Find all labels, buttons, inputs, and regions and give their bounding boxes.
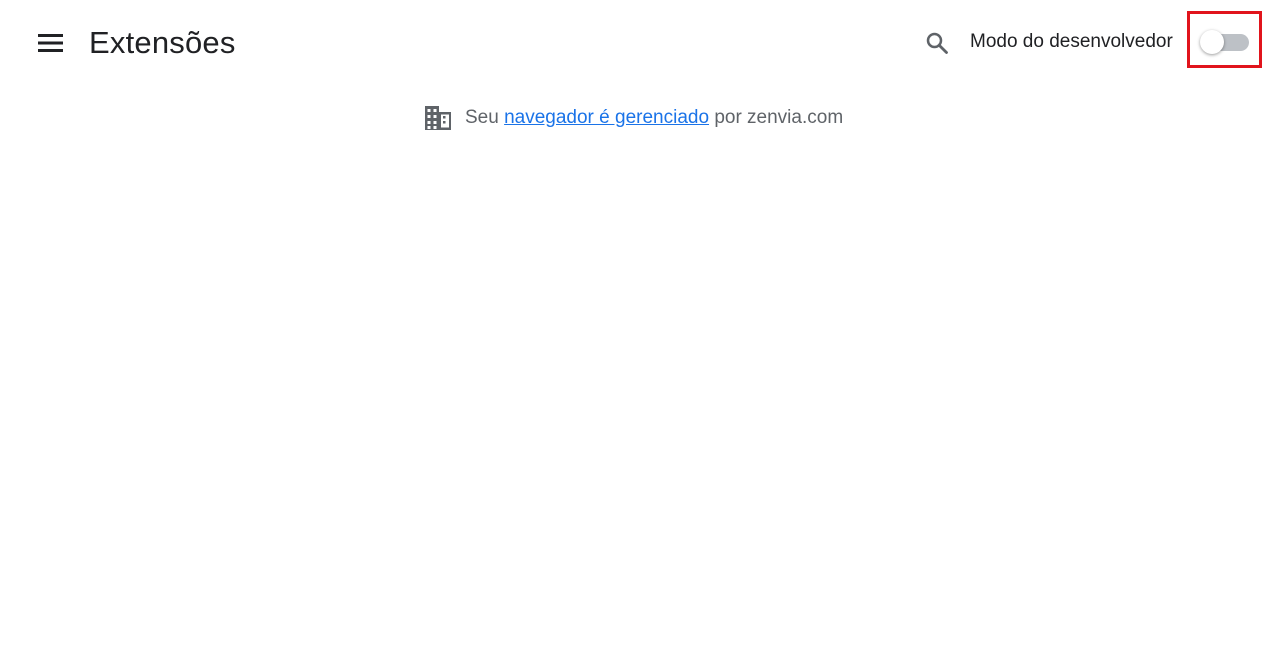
search-icon <box>926 32 948 54</box>
search-extensions-button[interactable] <box>915 21 959 65</box>
main-menu-button[interactable] <box>30 22 72 64</box>
managed-notice-suffix: por zenvia.com <box>714 107 844 128</box>
managed-browser-link[interactable]: navegador é gerenciado <box>504 107 709 129</box>
developer-mode-label: Modo do desenvolvedor <box>970 31 1173 52</box>
managed-notice-prefix: Seu <box>465 107 499 128</box>
developer-mode-toggle[interactable] <box>1200 30 1251 54</box>
page-title: Extensões <box>89 25 236 60</box>
building-icon <box>424 105 452 131</box>
toggle-knob <box>1200 30 1224 54</box>
managed-browser-notice: Seu navegador é gerenciado por zenvia.co… <box>424 104 843 132</box>
extensions-toolbar: Extensões Modo do desenvolvedor <box>0 0 1269 86</box>
hamburger-menu-icon <box>38 34 63 52</box>
